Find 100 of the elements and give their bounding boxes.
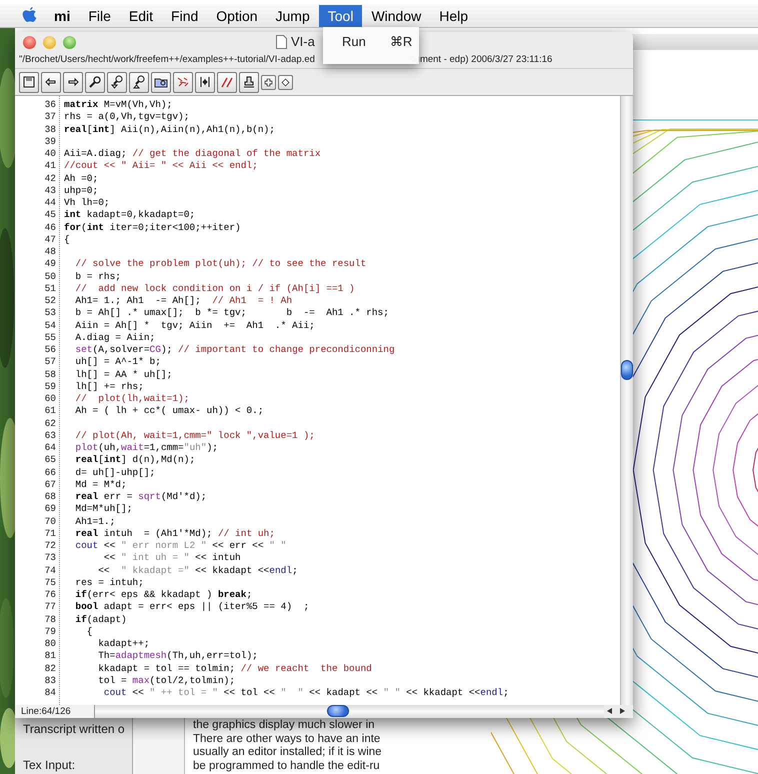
text-line: the graphics display much slower in <box>193 719 376 733</box>
code-line: Md=M*uh[]; <box>74 503 134 516</box>
code-line: res = intuh; <box>74 576 145 589</box>
horizontal-scrollbar[interactable] <box>95 705 604 718</box>
code-line: tol = max(tol/2,tolmin); <box>97 674 236 687</box>
code-line: uhp=0; <box>64 184 100 197</box>
line-number: 62 <box>44 418 56 430</box>
line-number: 59 <box>44 380 56 393</box>
line-number: 80 <box>44 638 56 650</box>
code-line: Ah = ( lh + cc*( umax- uh)) < 0.; <box>74 405 265 418</box>
code-line: if(adapt) <box>74 614 128 626</box>
code-line: cout << " ++ tol = " << tol << " " << kadapt << " " << kkadapt <<endl; <box>102 687 510 700</box>
menu-item[interactable]: File <box>79 4 120 26</box>
line-number: 64 <box>44 442 56 454</box>
line-number: 68 <box>44 491 56 504</box>
line-number: 83 <box>44 674 56 687</box>
toolbar-button[interactable] <box>85 72 105 92</box>
code-line: kkadapt = tol == tolmin; // we reacht the bound <box>97 662 373 675</box>
panel-label: Transcript written o <box>23 721 126 738</box>
line-number: 41 <box>44 160 56 172</box>
code-line: // solve the problem plot(uh); // to see the result <box>74 258 368 270</box>
menu-item[interactable]: Help <box>430 4 478 26</box>
line-number: 56 <box>44 344 56 356</box>
code-line: plot(uh,wait=1,cmm="uh"); <box>74 442 219 454</box>
shortcut-label: ⌘R <box>390 33 412 51</box>
line-indicator: Line:64/126 <box>15 705 95 718</box>
code-line: Ah =0; <box>64 172 100 185</box>
line-number: 79 <box>44 626 56 638</box>
code-line: set(A,solver=CG); // important to change precondiconning <box>74 344 396 356</box>
toolbar-button[interactable] <box>107 72 127 92</box>
file-path: "/Brochet/Users/hecht/work/freefem++/examples++-tutorial/VI-adap.ed <box>19 52 315 67</box>
toolbar-button[interactable] <box>151 72 171 92</box>
code-line: Aiin = Ah[] * tgv; Aiin += Ah1 .* Aii; <box>74 320 316 332</box>
menu-item[interactable]: Option <box>207 4 267 26</box>
menu-item[interactable]: Find <box>162 4 208 26</box>
code-line: uh[] = A^-1* b; <box>74 356 162 368</box>
code-line: b = Ah[] .* umax[]; b *= tgv; b -= Ah1 .* rhs; <box>74 307 390 320</box>
code-line: d= uh[]-uhp[]; <box>74 466 156 479</box>
line-number: 60 <box>44 393 56 406</box>
code-line: rhs = a(0,Vh,tgv=tgv); <box>64 111 190 124</box>
line-number: 54 <box>44 320 56 332</box>
code-line: A.diag = Aiin; <box>74 332 156 344</box>
panel-label: Tex Input: <box>23 757 76 774</box>
code-line: bool adapt = err< eps || (iter%5 == 4) ; <box>74 601 310 614</box>
app-menu[interactable]: mi <box>45 4 80 26</box>
code-line: int kadapt=0,kkadapt=0; <box>64 209 196 222</box>
diamond-icon <box>280 76 291 88</box>
toolbar-button[interactable] <box>278 74 293 90</box>
search-up-icon <box>131 74 147 90</box>
toolbar-button[interactable] <box>63 72 83 92</box>
line-number: 77 <box>44 601 56 614</box>
toolbar-button[interactable] <box>129 72 149 92</box>
code-line: Aii=A.diag; // get the diagonal of the matrix <box>64 148 322 160</box>
code-line: Ah1= 1.; Ah1 -= Ah[]; // Ah1 = ! Ah <box>74 295 294 308</box>
code-line: //cout << " Aii= " << Aii << endl; <box>64 160 259 172</box>
line-number: 57 <box>44 356 56 368</box>
line-number: 38 <box>44 124 56 136</box>
scrollbar-thumb[interactable] <box>327 705 349 717</box>
toolbar-button[interactable] <box>261 74 276 90</box>
scrollbar-thumb[interactable] <box>621 360 633 380</box>
toolbar-button[interactable] <box>239 72 259 92</box>
toolbar-button[interactable] <box>195 72 215 92</box>
line-number: 36 <box>44 99 56 112</box>
code-line: for(int iter=0;iter<100;++iter) <box>64 222 242 234</box>
line-number: 39 <box>44 136 56 148</box>
vertical-scrollbar[interactable] <box>620 96 633 705</box>
code-line: Ah1=1.; <box>74 516 116 528</box>
code-line: { <box>64 234 71 246</box>
line-number: 67 <box>44 478 56 491</box>
document-icon <box>276 35 287 49</box>
apple-icon[interactable] <box>22 7 37 24</box>
line-number: 48 <box>44 246 56 258</box>
menu-option[interactable]: Run <box>342 32 366 64</box>
code-line: Md = M*d; <box>74 478 128 491</box>
code-line: << " int uh = " << intuh <box>102 552 242 564</box>
toolbar-button[interactable] <box>41 72 61 92</box>
line-number: 52 <box>44 295 56 308</box>
code-line: real[int] d(n),Md(n); <box>74 454 196 466</box>
code-line: lh[] += rhs; <box>74 380 145 393</box>
close-button[interactable] <box>23 36 36 48</box>
plus-icon <box>263 76 274 88</box>
menu-item[interactable]: Jump <box>266 4 319 26</box>
code-line: << " kkadapt =" << kkadapt <<endl; <box>97 564 299 577</box>
line-number: 51 <box>44 282 56 295</box>
line-number: 72 <box>44 540 56 552</box>
toolbar-button[interactable] <box>173 72 193 92</box>
code-line: Th=adaptmesh(Th,uh,err=tol); <box>97 650 259 662</box>
menu-item[interactable]: Window <box>362 4 430 26</box>
code-line: // plot(Ah, wait=1,cmm=" lock ",value=1 ); <box>74 430 316 442</box>
code-line: real err = sqrt(Md'*d); <box>74 491 208 504</box>
line-number: 49 <box>44 258 56 270</box>
menu-item[interactable]: Edit <box>120 4 162 26</box>
line-number: 37 <box>44 111 56 124</box>
line-number: 63 <box>44 430 56 442</box>
code-line: kadapt++; <box>97 638 151 650</box>
toolbar-button[interactable] <box>19 72 39 92</box>
line-number: 65 <box>44 454 56 466</box>
code-line: real[int] Aii(n),Aiin(n),Ah1(n),b(n); <box>64 124 276 136</box>
line-number: 76 <box>44 589 56 602</box>
menu-item[interactable]: Tool <box>318 4 362 26</box>
